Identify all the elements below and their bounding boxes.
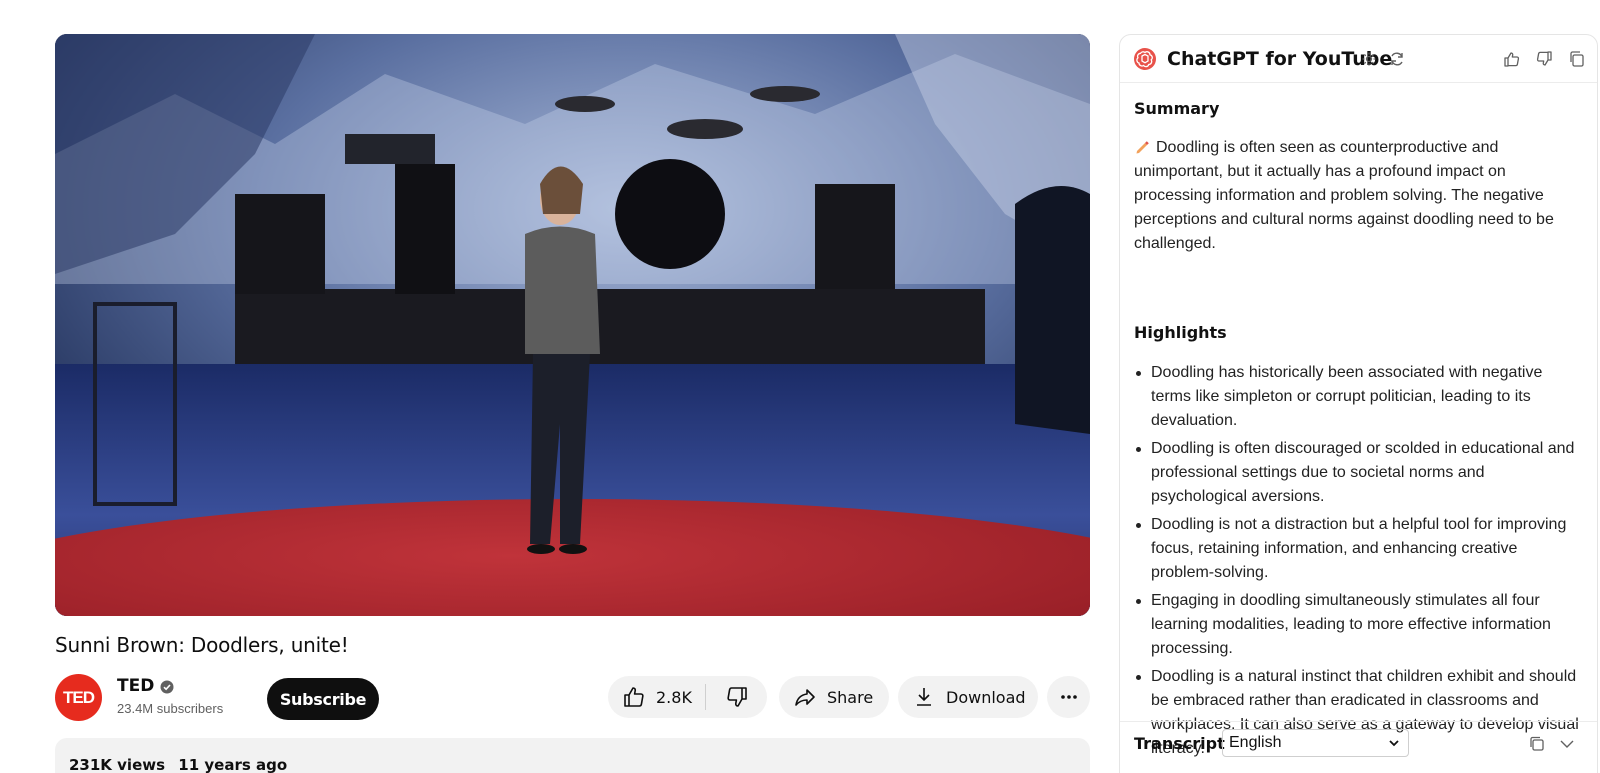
subscriber-count: 23.4M subscribers <box>117 701 224 716</box>
summary-heading: Summary <box>1134 99 1220 118</box>
panel-header: ChatGPT for YouTube <box>1120 35 1597 83</box>
transcript-label: Transcript <box>1134 734 1225 753</box>
download-label: Download <box>946 687 1026 707</box>
chatgpt-logo-icon <box>1134 48 1156 70</box>
subscribe-button[interactable]: Subscribe <box>267 678 379 720</box>
settings-gear-icon[interactable] <box>1360 50 1378 68</box>
share-button[interactable]: Share <box>779 676 889 718</box>
highlights-heading: Highlights <box>1134 323 1227 342</box>
share-arrow-icon <box>795 689 815 706</box>
highlight-item: Doodling is not a distraction but a help… <box>1134 513 1582 585</box>
refresh-icon[interactable] <box>1388 50 1406 68</box>
video-player[interactable] <box>55 34 1090 616</box>
summary-text: Doodling is often seen as counterproduct… <box>1134 139 1554 252</box>
description-meta: 231K views 11 years ago <box>69 756 295 773</box>
video-title: Sunni Brown: Doodlers, unite! <box>55 633 349 657</box>
thumbs-down-feedback-icon[interactable] <box>1535 50 1553 68</box>
highlight-item: Doodling is often discouraged or scolded… <box>1134 437 1582 509</box>
highlight-item: Doodling has historically been associate… <box>1134 361 1582 433</box>
chatgpt-panel: ChatGPT for YouTube Summary Doodling is … <box>1119 34 1598 773</box>
expand-chevron-icon[interactable] <box>1558 735 1576 753</box>
transcript-bar: Transcript English <box>1120 721 1597 765</box>
copy-summary-icon[interactable] <box>1568 50 1586 68</box>
chevron-down-icon <box>1389 740 1399 747</box>
more-actions-button[interactable] <box>1047 676 1090 718</box>
channel-name-wrap[interactable]: TED <box>117 676 174 696</box>
transcript-language-select[interactable]: English <box>1222 729 1409 757</box>
like-count: 2.8K <box>656 687 692 707</box>
description-box[interactable]: 231K views 11 years ago <box>55 738 1090 773</box>
pencil-icon <box>1136 141 1149 154</box>
thumbs-down-icon <box>726 687 747 707</box>
download-icon <box>917 688 931 706</box>
summary-text-block: Doodling is often seen as counterproduct… <box>1134 136 1582 256</box>
panel-title: ChatGPT for YouTube <box>1167 48 1393 70</box>
share-label: Share <box>827 687 874 707</box>
view-count: 231K views <box>69 756 166 773</box>
video-frame <box>55 34 1090 616</box>
channel-row: TED TED 23.4M subscribers Subscribe 2.8K… <box>55 674 1090 722</box>
more-horizontal-icon <box>1060 695 1077 699</box>
thumbs-up-icon <box>624 687 644 707</box>
download-button[interactable]: Download <box>898 676 1038 718</box>
copy-transcript-icon[interactable] <box>1528 735 1546 753</box>
dislike-button[interactable] <box>706 676 767 718</box>
like-button[interactable]: 2.8K <box>608 676 705 718</box>
like-dislike-group: 2.8K <box>608 676 767 718</box>
channel-name[interactable]: TED <box>117 676 154 696</box>
channel-avatar[interactable]: TED <box>55 674 102 721</box>
upload-age: 11 years ago <box>178 756 288 773</box>
thumbs-up-feedback-icon[interactable] <box>1503 50 1521 68</box>
highlights-list: Doodling has historically been associate… <box>1134 361 1582 765</box>
highlight-item: Engaging in doodling simultaneously stim… <box>1134 589 1582 661</box>
selected-language: English <box>1229 734 1282 751</box>
verified-check-icon <box>160 679 174 694</box>
